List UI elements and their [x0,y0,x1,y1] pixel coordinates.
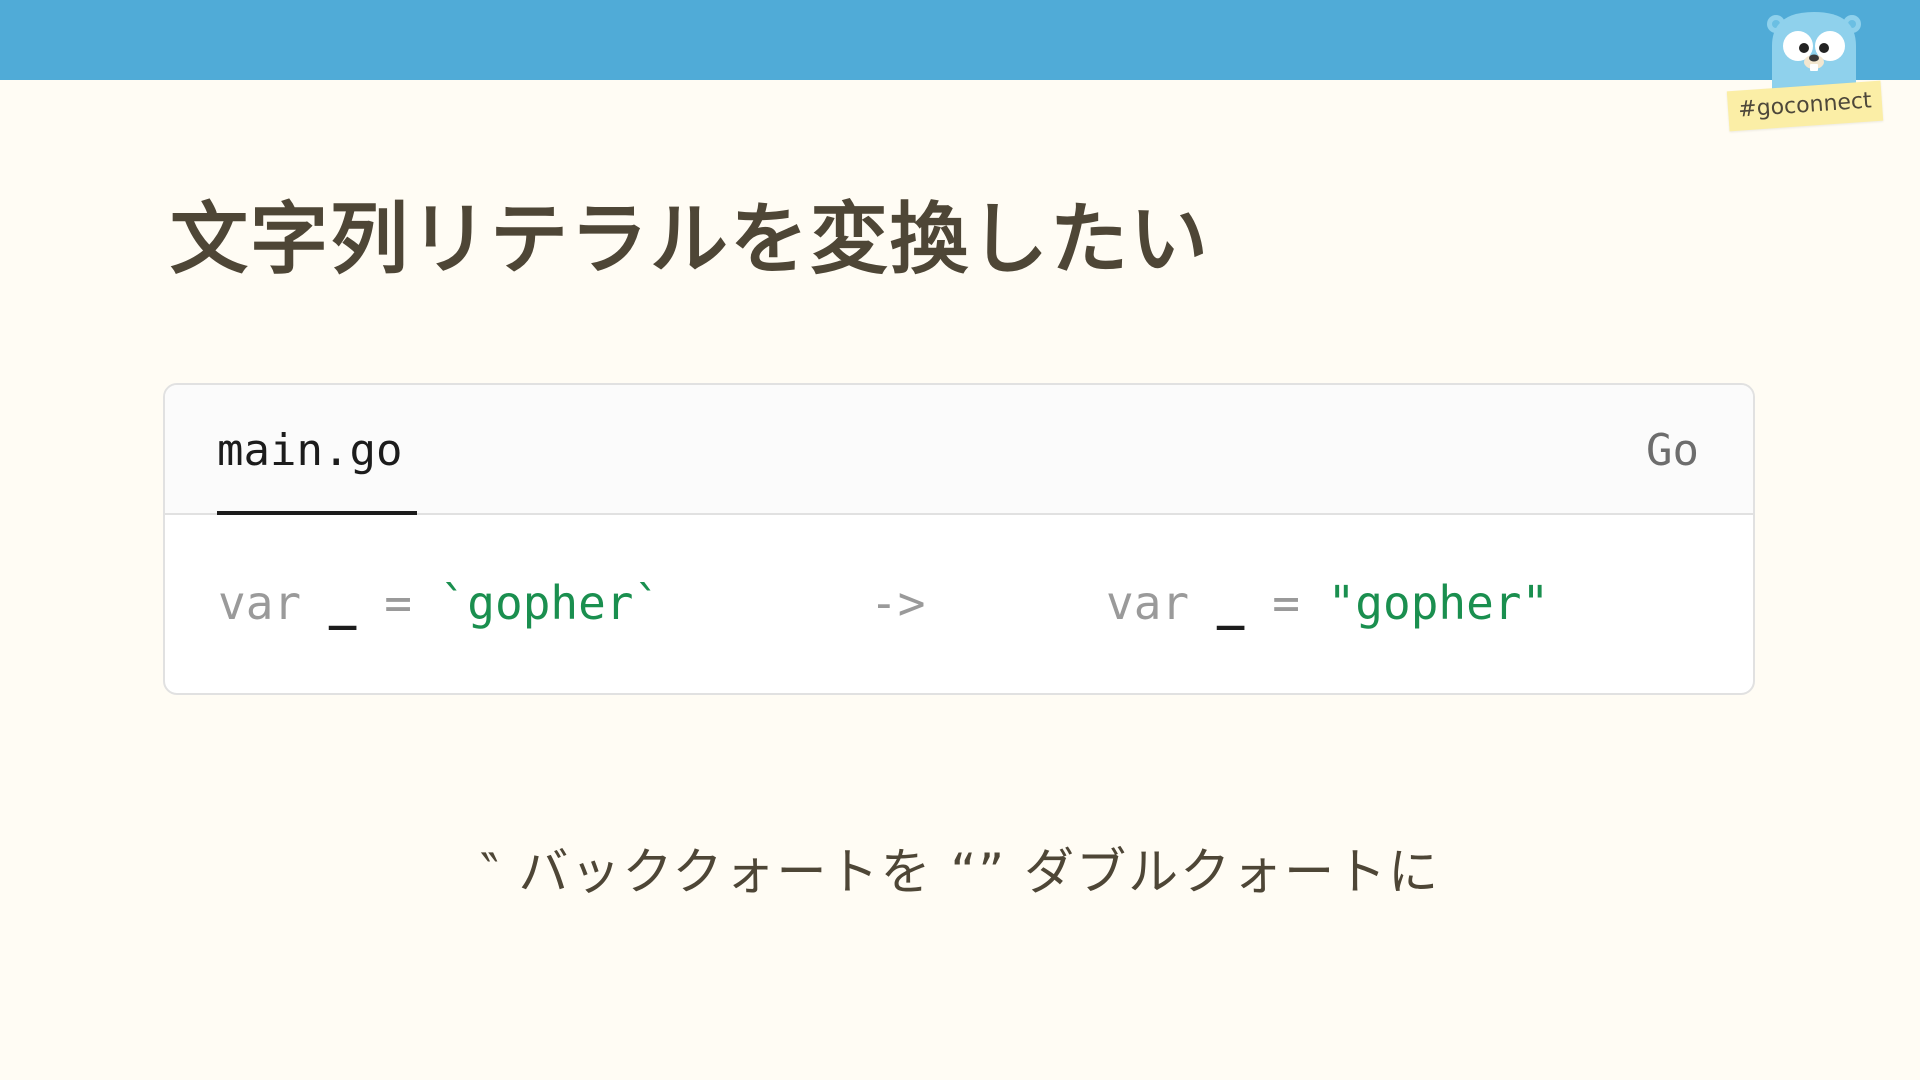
interpreted-string-literal: "gopher" [1327,576,1550,630]
slide-caption: ‶ バッククォートを “” ダブルクォートに [479,843,1441,901]
conversion-arrow: -> [870,576,926,630]
hashtag-note: #goconnect [1726,80,1884,132]
goconnect-badge: #goconnect [1726,6,1896,134]
keyword-var: var [1106,576,1190,630]
raw-string-literal: `gopher` [439,576,662,630]
keyword-var: var [218,576,302,630]
code-block-header: main.go Go [165,385,1753,515]
identifier-blank: _ [1216,576,1245,630]
code-before: var _ = `gopher` [218,575,661,631]
identifier-blank: _ [328,576,357,630]
file-tab-main-go[interactable]: main.go [217,425,402,477]
assign-operator: = [1272,576,1300,630]
language-label: Go [1646,425,1699,476]
code-after: var _ = "gopher" [1106,575,1549,631]
active-tab-indicator [217,511,417,515]
slide-title: 文字列リテラルを変換したい [170,195,1211,285]
top-banner-bar [0,0,1920,80]
assign-operator: = [384,576,412,630]
code-block: main.go Go [163,383,1755,695]
